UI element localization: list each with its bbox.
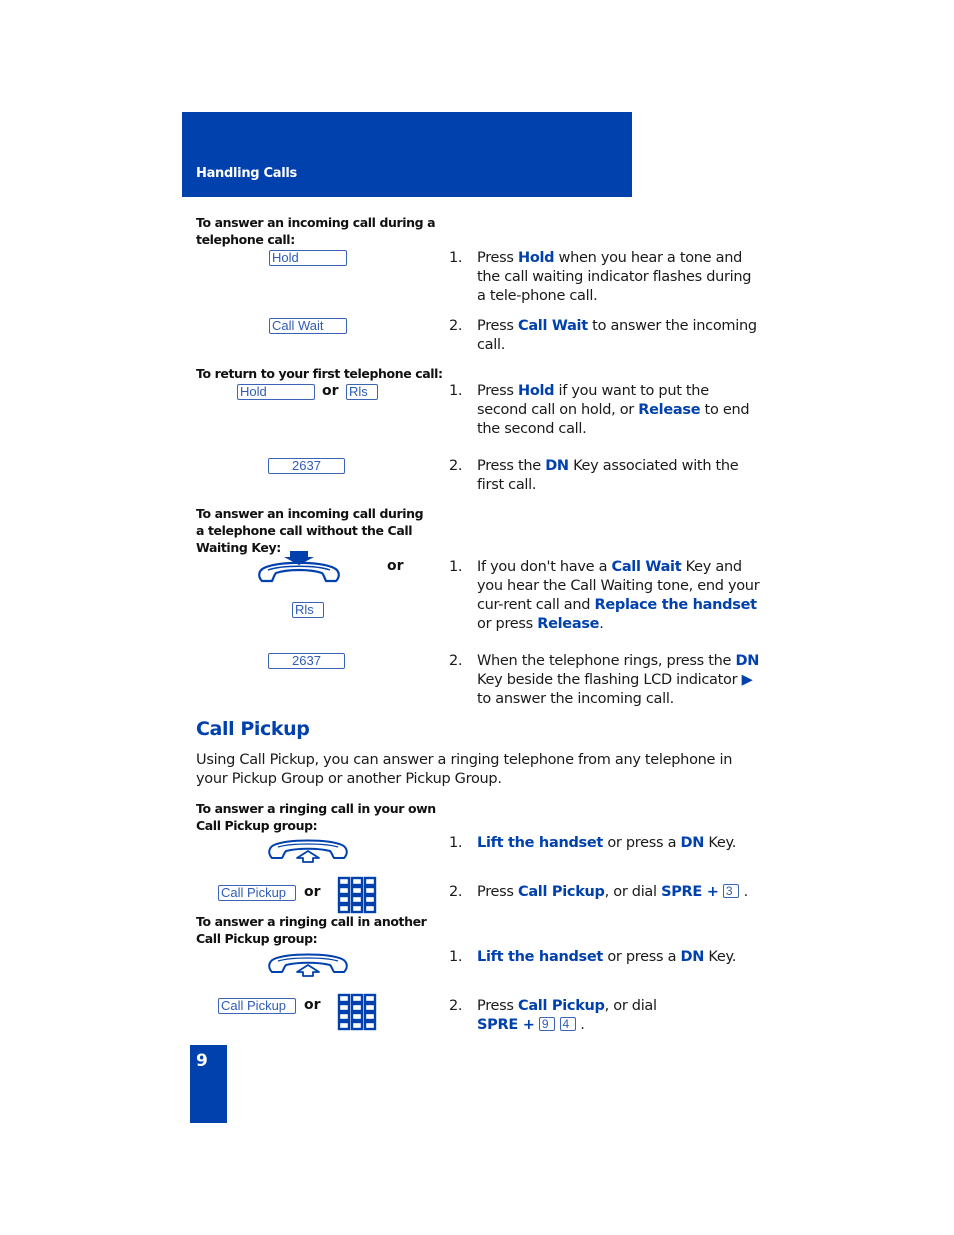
step-number: 2.	[449, 653, 463, 669]
or-label: or	[322, 383, 339, 399]
release-key[interactable]: Rls	[292, 602, 324, 618]
key-reference: Hold	[517, 250, 555, 266]
dialpad-key	[337, 876, 351, 887]
key-reference: Call Pickup	[517, 998, 605, 1014]
subhead-another-pickup-group: To answer a ringing call in another Call…	[196, 914, 427, 946]
release-key[interactable]: Rls	[346, 384, 378, 400]
step-number: 1.	[449, 949, 463, 965]
dialpad-icon	[337, 993, 377, 1031]
digit-key: 3	[722, 884, 740, 898]
lift-handset-icon	[268, 953, 348, 977]
dialpad-key	[350, 1011, 364, 1022]
key-reference: DN	[735, 653, 760, 669]
hold-key[interactable]: Hold	[237, 384, 315, 400]
key-reference: DN	[680, 949, 705, 965]
key-reference: Call Pickup	[517, 884, 605, 900]
step-text: When the telephone rings, press the DN K…	[477, 653, 760, 707]
call-pickup-key[interactable]: Call Pickup	[218, 998, 296, 1014]
dialpad-key	[363, 903, 377, 914]
chapter-header-band: Handling Calls	[182, 112, 632, 197]
spre-reference: SPRE +	[477, 1017, 535, 1033]
step-text: Press the DN Key associated with the fir…	[477, 458, 739, 493]
call-pickup-key[interactable]: Call Pickup	[218, 885, 296, 901]
step-text: Lift the handset or press a DN Key.	[477, 835, 737, 851]
or-label: or	[304, 884, 321, 900]
chapter-title: Handling Calls	[196, 166, 297, 181]
or-label: or	[387, 558, 404, 574]
action-reference: Lift the handset	[477, 835, 604, 851]
step-number: 2.	[449, 458, 463, 474]
dialpad-key	[363, 993, 377, 1004]
replace-handset-icon	[258, 551, 340, 583]
dialpad-key	[337, 894, 351, 905]
dn-key-2637[interactable]: 2637	[268, 458, 345, 474]
dn-key-2637[interactable]: 2637	[268, 653, 345, 669]
dialpad-key	[363, 894, 377, 905]
key-reference: DN	[680, 835, 705, 851]
call-wait-key[interactable]: Call Wait	[269, 318, 347, 334]
step-text: Press Call Wait to answer the incoming c…	[477, 318, 757, 353]
step-text: Press Hold if you want to put the second…	[477, 383, 750, 437]
call-pickup-intro: Using Call Pickup, you can answer a ring…	[196, 752, 733, 787]
key-reference: Release	[638, 402, 701, 418]
step-number: 1.	[449, 383, 463, 399]
dialpad-key	[337, 885, 351, 896]
dialpad-key	[363, 1002, 377, 1013]
dialpad-key	[350, 894, 364, 905]
dialpad-key	[350, 885, 364, 896]
key-reference: Hold	[517, 383, 555, 399]
dialpad-key	[363, 1020, 377, 1031]
page-number-tab: 9	[190, 1045, 227, 1123]
step-text: Press Call Pickup, or dial SPRE + 9 4 .	[477, 998, 657, 1033]
subhead-answer-without-call-wait: To answer an incoming call during a tele…	[196, 506, 424, 555]
key-reference: Call Wait	[611, 559, 682, 575]
dialpad-icon	[337, 876, 377, 914]
section-title-call-pickup: Call Pickup	[196, 718, 310, 740]
lcd-indicator-icon: ▶	[741, 672, 753, 688]
subhead-answer-during-call: To answer an incoming call during a tele…	[196, 215, 436, 247]
subhead-return-first-call: To return to your first telephone call:	[196, 366, 443, 381]
dialpad-key	[337, 1011, 351, 1022]
page-number: 9	[196, 1051, 208, 1071]
step-number: 2.	[449, 884, 463, 900]
dialpad-key	[350, 903, 364, 914]
dialpad-key	[363, 885, 377, 896]
step-text: Press Hold when you hear a tone and the …	[477, 250, 752, 304]
dialpad-key	[337, 903, 351, 914]
step-text: Lift the handset or press a DN Key.	[477, 949, 737, 965]
dialpad-key	[337, 1020, 351, 1031]
dialpad-key	[350, 876, 364, 887]
step-text: If you don't have a Call Wait Key and yo…	[477, 559, 760, 632]
dialpad-key	[337, 993, 351, 1004]
digit-key: 4	[559, 1017, 576, 1031]
dialpad-key	[337, 1002, 351, 1013]
key-reference: DN	[545, 458, 569, 474]
dialpad-key	[363, 1011, 377, 1022]
key-reference: Release	[537, 616, 600, 632]
hold-key[interactable]: Hold	[269, 250, 347, 266]
step-number: 1.	[449, 835, 463, 851]
key-reference: Call Wait	[517, 318, 588, 334]
dialpad-key	[350, 1002, 364, 1013]
step-number: 2.	[449, 998, 463, 1014]
step-number: 1.	[449, 559, 463, 575]
or-label: or	[304, 997, 321, 1013]
dialpad-key	[350, 1020, 364, 1031]
action-reference: Replace the handset	[594, 597, 758, 613]
subhead-own-pickup-group: To answer a ringing call in your own Cal…	[196, 801, 436, 833]
dialpad-key	[363, 876, 377, 887]
lift-handset-icon	[268, 839, 348, 863]
step-number: 2.	[449, 318, 463, 334]
spre-reference: SPRE +	[661, 884, 719, 900]
step-text: Press Call Pickup, or dial SPRE + 3 .	[477, 884, 748, 900]
dialpad-key	[350, 993, 364, 1004]
step-number: 1.	[449, 250, 463, 266]
action-reference: Lift the handset	[477, 949, 604, 965]
digit-key: 9	[538, 1017, 556, 1031]
